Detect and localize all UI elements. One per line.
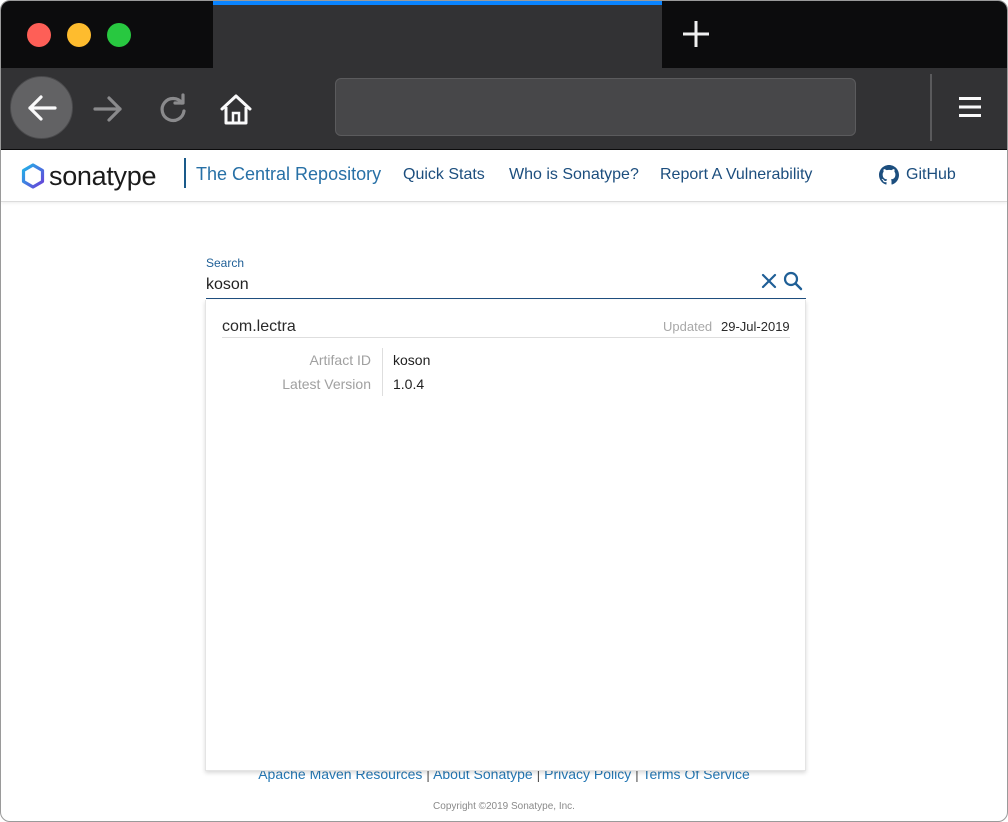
arrow-left-icon <box>27 94 57 121</box>
close-window-button[interactable] <box>27 23 51 47</box>
hamburger-menu-icon <box>959 97 981 117</box>
nav-link-report-vulnerability[interactable]: Report A Vulnerability <box>660 165 812 185</box>
updated-label: Updated <box>663 319 713 334</box>
artifact-id-label: Artifact ID <box>309 352 371 368</box>
result-group-id[interactable]: com.lectra <box>222 318 296 336</box>
result-divider <box>222 337 790 338</box>
reload-button[interactable] <box>152 88 194 130</box>
search-results-dropdown: com.lectra Updated 29-Jul-2019 Artifact … <box>205 300 806 771</box>
tab-strip <box>1 1 1007 68</box>
clear-search-icon[interactable] <box>760 272 778 290</box>
search-icon[interactable] <box>783 271 803 291</box>
toolbar-separator <box>930 74 932 141</box>
browser-window: sonatype The Central Repository Quick St… <box>0 0 1008 822</box>
hexagon-logo-icon <box>21 163 45 189</box>
url-bar[interactable] <box>335 78 856 136</box>
reload-icon <box>160 93 186 123</box>
site-title[interactable]: The Central Repository <box>196 164 381 184</box>
new-tab-button[interactable] <box>677 15 715 53</box>
site-header: sonatype The Central Repository Quick St… <box>1 150 1007 202</box>
tab-active-indicator <box>213 1 662 5</box>
github-label: GitHub <box>906 166 956 183</box>
home-button[interactable] <box>215 88 257 130</box>
updated-date: 29-Jul-2019 <box>721 319 790 334</box>
plus-icon <box>683 21 709 47</box>
forward-button[interactable] <box>87 88 129 130</box>
back-button[interactable] <box>10 76 73 139</box>
home-icon <box>220 94 252 125</box>
field-separator <box>382 348 383 396</box>
nav-link-who-is-sonatype[interactable]: Who is Sonatype? <box>509 165 639 185</box>
minimize-window-button[interactable] <box>67 23 91 47</box>
search-label: Search <box>206 256 245 270</box>
logo-text: sonatype <box>49 161 157 191</box>
latest-version-label: Latest Version <box>282 376 371 392</box>
menu-button[interactable] <box>949 86 991 128</box>
search-input[interactable] <box>206 271 806 299</box>
maximize-window-button[interactable] <box>107 23 131 47</box>
browser-toolbar <box>1 68 1007 150</box>
copyright-text: Copyright ©2019 Sonatype, Inc. <box>433 801 575 812</box>
latest-version-value[interactable]: 1.0.4 <box>393 376 424 392</box>
logo-divider <box>184 158 186 188</box>
github-icon <box>879 165 899 185</box>
browser-tab-active[interactable] <box>213 1 662 68</box>
github-link[interactable]: GitHub <box>879 165 956 185</box>
artifact-id-value[interactable]: koson <box>393 352 430 368</box>
arrow-right-icon <box>93 96 122 122</box>
sonatype-logo[interactable]: sonatype <box>21 162 156 190</box>
nav-link-quick-stats[interactable]: Quick Stats <box>403 165 485 185</box>
